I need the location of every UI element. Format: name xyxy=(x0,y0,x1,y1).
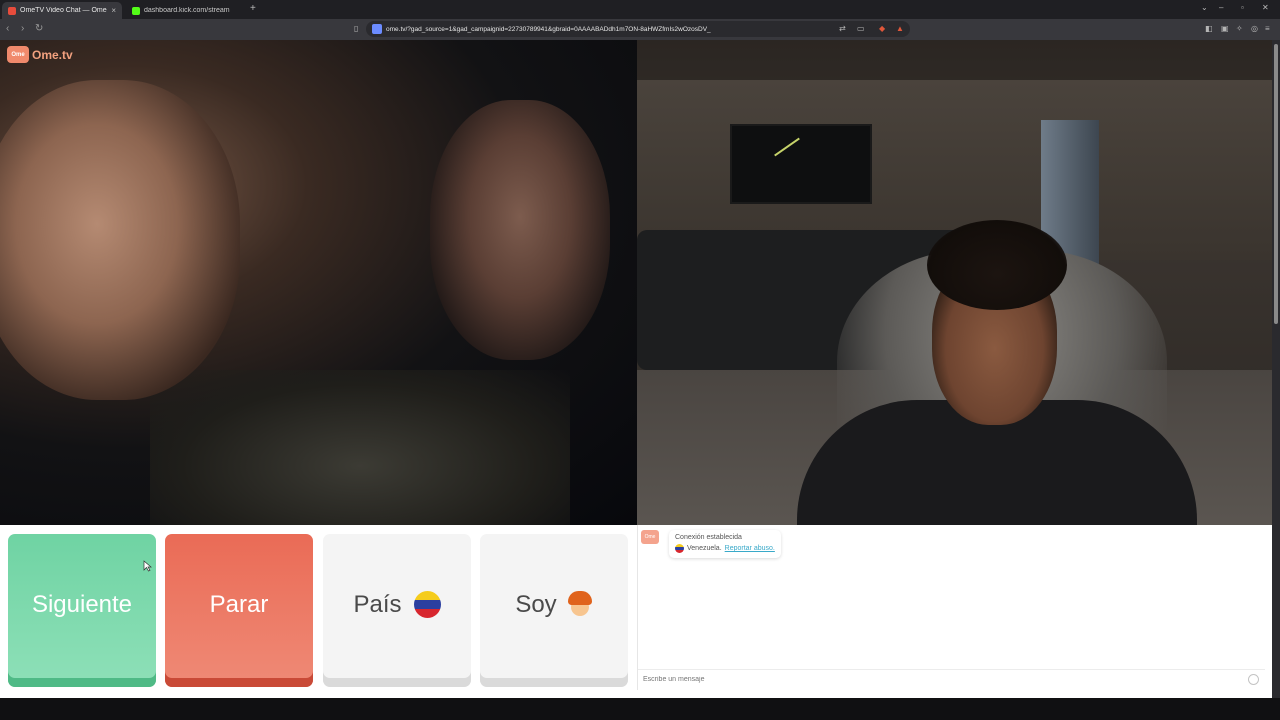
room-tv xyxy=(730,124,872,204)
brave-shield-icon[interactable]: ◆ xyxy=(879,24,885,33)
stop-button-label: Parar xyxy=(209,590,269,618)
minimize-button[interactable]: – xyxy=(1219,3,1223,12)
forward-button[interactable]: › xyxy=(21,23,24,34)
stop-button[interactable]: Parar xyxy=(165,534,313,687)
gender-button-label: Soy xyxy=(515,590,557,618)
country-button-label: País xyxy=(353,590,402,618)
tab-ometv[interactable]: OmeTV Video Chat — Omeg × xyxy=(2,2,122,19)
ometv-page: Ome Ome.tv Siguiente Parar País Soy Ome … xyxy=(0,40,1280,698)
message-input[interactable] xyxy=(643,675,1248,683)
cast-icon[interactable]: ▭ xyxy=(857,24,865,33)
scrollbar-thumb[interactable] xyxy=(1274,44,1278,324)
next-button[interactable]: Siguiente xyxy=(8,534,156,687)
report-abuse-link[interactable]: Reportar abuso. xyxy=(725,545,775,552)
connection-status: Conexión establecida xyxy=(675,534,742,541)
translate-icon[interactable]: ⇄ xyxy=(839,24,846,33)
mouse-cursor-icon xyxy=(143,560,152,572)
vpn-icon[interactable]: ◎ xyxy=(1251,24,1258,33)
stranger-person-right xyxy=(430,100,610,360)
ometv-favicon-icon xyxy=(8,6,16,15)
tab-search-icon[interactable]: ⌄ xyxy=(1201,3,1208,12)
country-button[interactable]: País xyxy=(323,534,471,687)
tab-close-icon[interactable]: × xyxy=(111,6,116,15)
ometv-logo-icon: Ome xyxy=(7,46,29,63)
reload-button[interactable]: ↻ xyxy=(35,23,43,34)
venezuela-flag-icon xyxy=(413,591,441,618)
control-buttons: Siguiente Parar País Soy xyxy=(8,534,628,687)
boy-emoji-icon xyxy=(567,590,593,619)
sidebar-icon[interactable]: ◧ xyxy=(1205,24,1213,33)
extensions-icon[interactable]: ✧ xyxy=(1236,24,1243,33)
rewards-icon[interactable]: ▲ xyxy=(896,24,904,33)
site-info-icon[interactable] xyxy=(372,24,382,34)
stranger-person-left xyxy=(0,80,240,400)
streamer-hair xyxy=(927,220,1067,310)
video-background xyxy=(150,370,570,525)
stranger-country: Venezuela. xyxy=(687,545,722,552)
stranger-video: Ome Ome.tv xyxy=(0,40,637,525)
url-text: ome.tv/?gad_source=1&gad_campaignid=2273… xyxy=(386,25,711,33)
kick-favicon-icon xyxy=(132,6,140,15)
browser-tabstrip: OmeTV Video Chat — Omeg × dashboard.kick… xyxy=(0,0,1280,19)
chat-panel: Ome Conexión establecida Venezuela. Repo… xyxy=(637,525,1265,690)
tab-title: OmeTV Video Chat — Omeg xyxy=(20,7,108,14)
tab-kick-dashboard[interactable]: dashboard.kick.com/stream xyxy=(126,2,248,19)
close-window-button[interactable]: ✕ xyxy=(1262,3,1269,12)
wallet-icon[interactable]: ▣ xyxy=(1221,24,1229,33)
menu-icon[interactable]: ≡ xyxy=(1265,24,1270,33)
address-bar[interactable]: ome.tv/?gad_source=1&gad_campaignid=2273… xyxy=(366,21,910,37)
gender-button[interactable]: Soy xyxy=(480,534,628,687)
back-button[interactable]: ‹ xyxy=(6,23,9,34)
message-bubble: Conexión establecida Venezuela. Reportar… xyxy=(669,530,781,558)
bottom-edge xyxy=(0,698,1280,720)
tab-title: dashboard.kick.com/stream xyxy=(144,7,230,14)
browser-toolbar: ‹ › ↻ ▯ ome.tv/?gad_source=1&gad_campaig… xyxy=(0,19,1280,40)
new-tab-button[interactable]: + xyxy=(250,3,256,14)
next-button-label: Siguiente xyxy=(31,590,133,618)
ometv-logo[interactable]: Ome Ome.tv xyxy=(7,46,73,63)
venezuela-mini-flag-icon xyxy=(675,544,684,553)
emoji-icon[interactable] xyxy=(1248,673,1259,685)
restore-button[interactable]: ▫ xyxy=(1241,3,1244,12)
bookmark-icon[interactable]: ▯ xyxy=(354,24,358,33)
system-message: Ome Conexión establecida Venezuela. Repo… xyxy=(641,530,781,558)
self-video xyxy=(637,40,1280,525)
page-scrollbar[interactable] xyxy=(1272,40,1280,698)
ometv-chat-logo-icon: Ome xyxy=(641,530,659,544)
chat-input-bar xyxy=(638,669,1265,688)
ometv-logo-text: Ome.tv xyxy=(32,47,73,62)
